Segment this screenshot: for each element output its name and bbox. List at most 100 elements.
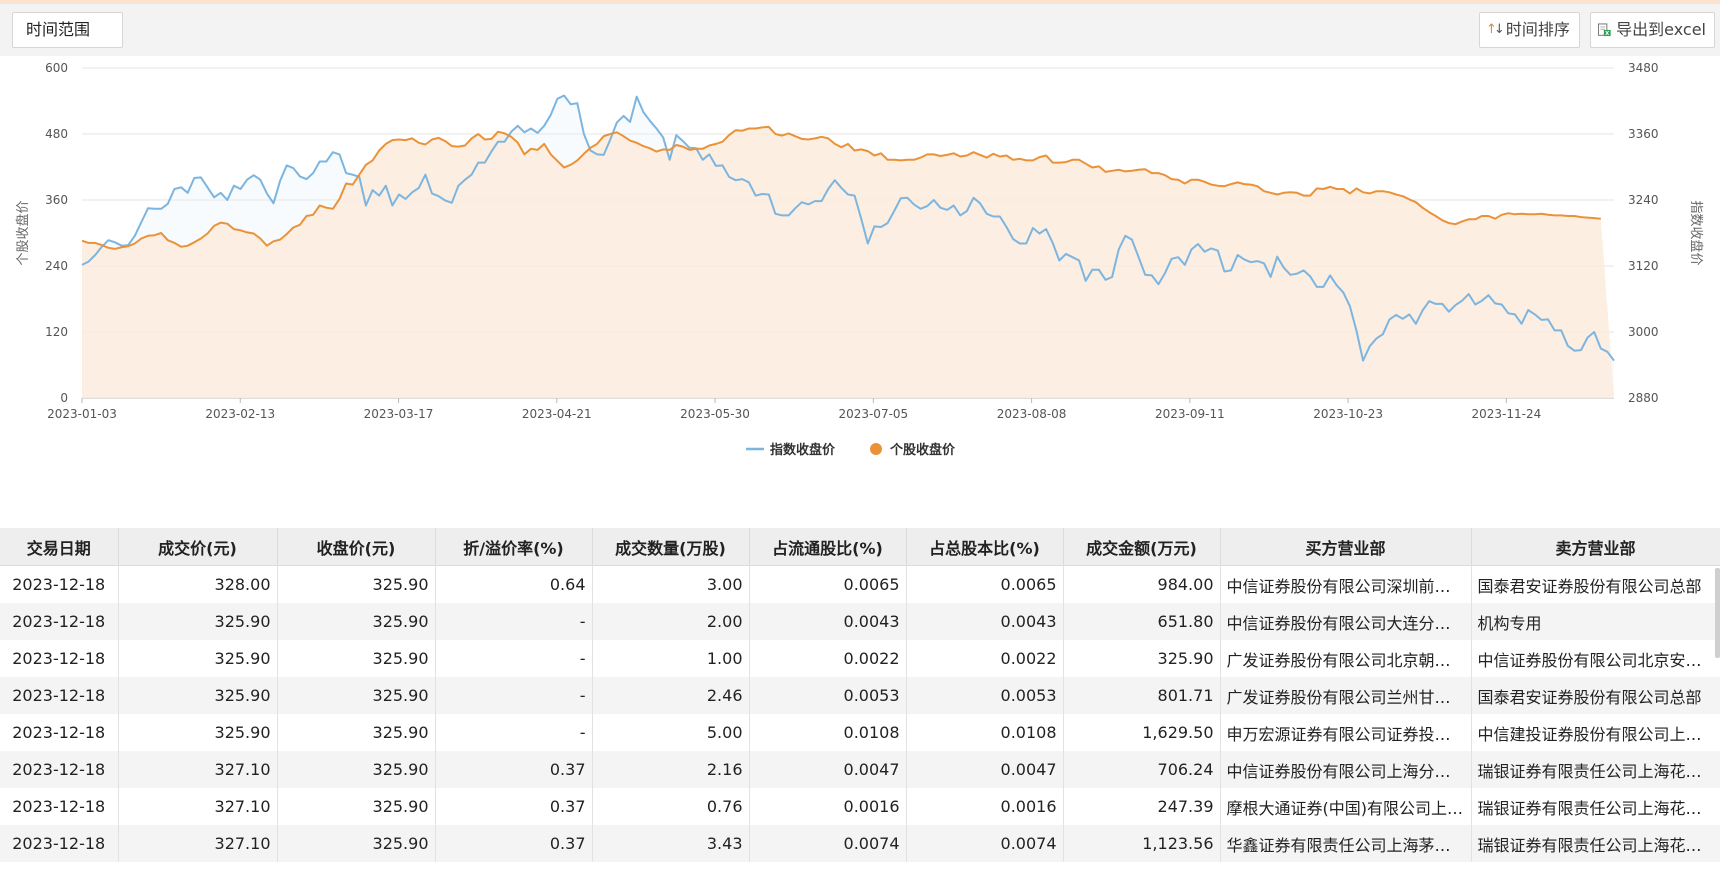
table-cell: 0.0043 — [749, 603, 907, 640]
table-cell: 广发证券股份有限公司北京朝阳门证券营业部 — [1220, 640, 1472, 677]
excel-file-icon: X — [1598, 23, 1611, 37]
table-scrollbar[interactable] — [1715, 568, 1720, 658]
legend-stock-marker — [870, 443, 882, 455]
table-cell: 325.90 — [277, 714, 436, 751]
table-cell: 1,123.56 — [1063, 825, 1221, 862]
table-cell: 0.0074 — [906, 825, 1064, 862]
x-tick-label: 2023-09-11 — [1155, 407, 1225, 421]
column-header[interactable]: 卖方营业部 — [1471, 528, 1720, 566]
table-cell: 0.0047 — [749, 751, 907, 788]
table-cell: 327.10 — [118, 825, 278, 862]
table-cell: 摩根大通证券(中国)有限公司上海银城中路证券营业部 — [1220, 788, 1472, 825]
table-cell: 中信证券股份有限公司大连分公司 — [1220, 603, 1472, 640]
right-tick-label: 2880 — [1628, 391, 1659, 405]
table-cell: 327.10 — [118, 788, 278, 825]
x-tick-label: 2023-07-05 — [838, 407, 908, 421]
table-row[interactable]: 2023-12-18 327.10 325.90 0.37 0.76 0.0016 0.00… — [0, 788, 1720, 825]
table-cell: 325.90 — [118, 714, 278, 751]
table-cell: 0.37 — [435, 788, 593, 825]
column-header[interactable]: 占流通股比(%) — [749, 528, 907, 566]
column-header[interactable]: 占总股本比(%) — [906, 528, 1064, 566]
table-cell: 申万宏源证券有限公司证券投资总部 — [1220, 714, 1472, 751]
table-cell: 中信证券股份有限公司深圳前海分公司 — [1220, 565, 1472, 603]
table-cell: 1,629.50 — [1063, 714, 1221, 751]
table-cell: 0.0053 — [906, 677, 1064, 714]
table-row[interactable]: 2023-12-18 325.90 325.90-2.00 0.0043 0.0043 6… — [0, 603, 1720, 640]
table-cell: 广发证券股份有限公司兰州甘南路证券营业部 — [1220, 677, 1472, 714]
table-cell: 1.00 — [592, 640, 750, 677]
table-cell: 2023-12-18 — [0, 825, 119, 862]
table-cell: 2023-12-18 — [0, 788, 119, 825]
table-row[interactable]: 2023-12-18 328.00 325.90 0.64 3.00 0.0065 0.00… — [0, 565, 1720, 603]
column-header[interactable]: 买方营业部 — [1220, 528, 1472, 566]
price-chart-svg: 0 120 240 360 480 600 2880 3000 3120 3240 3360 348… — [15, 61, 1704, 458]
x-tick-label: 2023-10-23 — [1313, 407, 1383, 421]
table-cell: 华鑫证券有限责任公司上海茅台路证券营业部 — [1220, 825, 1472, 862]
table-cell: 325.90 — [277, 825, 436, 862]
table-cell: 328.00 — [118, 565, 278, 603]
table-cell: 3.00 — [592, 565, 750, 603]
time-range-button[interactable]: 时间范围 — [12, 12, 123, 48]
table-cell: 0.0022 — [749, 640, 907, 677]
table-cell: 0.76 — [592, 788, 750, 825]
right-tick-label: 3360 — [1628, 127, 1659, 141]
time-sort-label: 时间排序 — [1505, 20, 1570, 39]
chart-legend[interactable]: 指数收盘价 个股收盘价 — [746, 442, 956, 458]
x-tick-label: 2023-01-03 — [47, 407, 117, 421]
table-cell: 国泰君安证券股份有限公司总部 — [1471, 565, 1720, 603]
table-cell: 2023-12-18 — [0, 677, 119, 714]
table-cell: 0.0065 — [906, 565, 1064, 603]
table-cell: - — [435, 677, 593, 714]
table-cell: 中信证券股份有限公司北京安外大街证券营业部 — [1471, 640, 1720, 677]
table-cell: 325.90 — [277, 565, 436, 603]
column-header[interactable]: 收盘价(元) — [277, 528, 436, 566]
column-header[interactable]: 成交数量(万股) — [592, 528, 750, 566]
table-cell: 2023-12-18 — [0, 751, 119, 788]
time-sort-button[interactable]: ↑↓ 时间排序 — [1479, 12, 1580, 48]
table-cell: 0.0108 — [906, 714, 1064, 751]
legend-stock-label: 个股收盘价 — [889, 442, 956, 458]
legend-index-label: 指数收盘价 — [770, 442, 836, 458]
table-cell: 325.90 — [118, 603, 278, 640]
table-row[interactable]: 2023-12-18 327.10 325.90 0.37 2.16 0.0047 0.00… — [0, 751, 1720, 788]
left-tick-label: 480 — [45, 127, 68, 141]
right-tick-label: 3120 — [1628, 259, 1659, 273]
table-cell: 0.0016 — [906, 788, 1064, 825]
x-tick-label: 2023-03-17 — [364, 407, 434, 421]
table-row[interactable]: 2023-12-18 325.90 325.90-1.00 0.0022 0.0022 3… — [0, 640, 1720, 677]
table-cell: 325.90 — [118, 640, 278, 677]
right-axis-label: 指数收盘价 — [1688, 200, 1704, 265]
table-cell: 0.0047 — [906, 751, 1064, 788]
table-cell: 984.00 — [1063, 565, 1221, 603]
column-header[interactable]: 折/溢价率(%) — [435, 528, 593, 566]
table-cell: 0.0108 — [749, 714, 907, 751]
table-cell: - — [435, 640, 593, 677]
table-row[interactable]: 2023-12-18 325.90 325.90-5.00 0.0108 0.0108 1… — [0, 714, 1720, 751]
table-cell: 247.39 — [1063, 788, 1221, 825]
table-cell: 2023-12-18 — [0, 640, 119, 677]
column-header[interactable]: 交易日期 — [0, 528, 119, 566]
right-tick-label: 3480 — [1628, 61, 1659, 75]
table-cell: 0.0053 — [749, 677, 907, 714]
table-cell: 2.16 — [592, 751, 750, 788]
table-cell: 0.64 — [435, 565, 593, 603]
table-cell: 706.24 — [1063, 751, 1221, 788]
table-cell: 651.80 — [1063, 603, 1221, 640]
table-cell: 0.0043 — [906, 603, 1064, 640]
left-tick-label: 0 — [60, 391, 68, 405]
table-row[interactable]: 2023-12-18 325.90 325.90-2.46 0.0053 0.0053 8… — [0, 677, 1720, 714]
x-tick-label: 2023-04-21 — [522, 407, 592, 421]
table-cell: 325.90 — [1063, 640, 1221, 677]
right-tick-label: 3240 — [1628, 193, 1659, 207]
table-cell: 0.0016 — [749, 788, 907, 825]
x-tick-label: 2023-02-13 — [205, 407, 275, 421]
column-header[interactable]: 成交价(元) — [118, 528, 278, 566]
x-tick-label: 2023-05-30 — [680, 407, 750, 421]
export-excel-button[interactable]: X 导出到excel — [1590, 12, 1715, 48]
column-header[interactable]: 成交金额(万元) — [1063, 528, 1221, 566]
table-cell: 325.90 — [277, 677, 436, 714]
table-row[interactable]: 2023-12-18 327.10 325.90 0.37 3.43 0.0074 0.00… — [0, 825, 1720, 862]
table-cell: 2023-12-18 — [0, 603, 119, 640]
block-trade-table: 交易日期 成交价(元) 收盘价(元) 折/溢价率(%) 成交数量(万股) 占流通股比(%)… — [0, 528, 1720, 862]
table-cell: 2023-12-18 — [0, 714, 119, 751]
